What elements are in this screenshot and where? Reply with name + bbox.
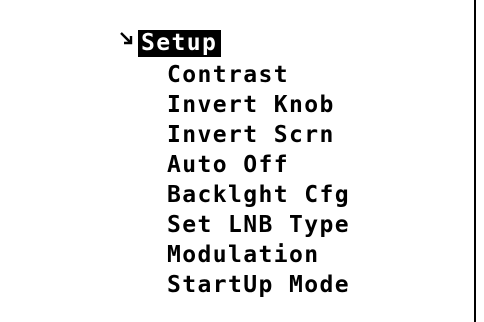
lcd-screen: Setup Contrast Invert Knob Invert Scrn A… (0, 0, 476, 322)
menu-item-contrast[interactable]: Contrast (167, 60, 350, 90)
menu-item-invert-screen[interactable]: Invert Scrn (167, 120, 350, 150)
menu-item-set-lnb-type[interactable]: Set LNB Type (167, 210, 350, 240)
setup-menu-list: Contrast Invert Knob Invert Scrn Auto Of… (167, 60, 350, 300)
menu-item-modulation[interactable]: Modulation (167, 240, 350, 270)
menu-title-setup[interactable]: Setup (138, 30, 222, 57)
menu-item-invert-knob[interactable]: Invert Knob (167, 90, 350, 120)
selection-arrow-icon (120, 32, 133, 45)
menu-item-auto-off[interactable]: Auto Off (167, 150, 350, 180)
menu-item-backlight-config[interactable]: Backlght Cfg (167, 180, 350, 210)
menu-item-startup-mode[interactable]: StartUp Mode (167, 270, 350, 300)
